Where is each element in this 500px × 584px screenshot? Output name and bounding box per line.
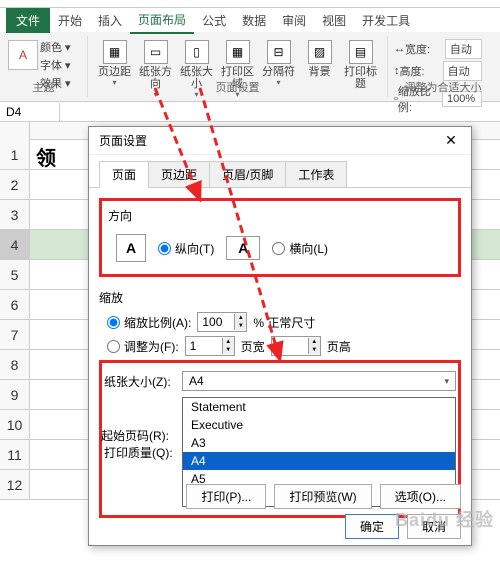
row-header[interactable]: 10: [0, 410, 30, 439]
paper-option[interactable]: A4: [183, 452, 455, 470]
row-header[interactable]: 4: [0, 230, 30, 259]
paper-option[interactable]: Statement: [183, 398, 455, 416]
zoom-fit-radio[interactable]: 调整为(F):: [107, 338, 179, 355]
dialog-title: 页面设置: [99, 132, 147, 149]
preview-button[interactable]: 打印预览(W): [274, 484, 371, 509]
row-header[interactable]: 7: [0, 320, 30, 349]
dlg-tab-sheet[interactable]: 工作表: [285, 161, 347, 188]
zoom-title: 缩放: [99, 289, 461, 306]
name-box[interactable]: D4: [0, 103, 60, 121]
ribbon-tab-dev[interactable]: 开发工具: [354, 8, 418, 33]
ok-button[interactable]: 确定: [345, 514, 399, 539]
page-setup-dialog: 页面设置 ✕ 页面 页边距 页眉/页脚 工作表 方向 A 纵向(T) A 横向(…: [88, 126, 472, 546]
paper-option[interactable]: A3: [183, 434, 455, 452]
row-header[interactable]: 2: [0, 170, 30, 199]
ribbon-tab-review[interactable]: 审阅: [274, 8, 314, 33]
theme-colors[interactable]: 颜色 ▾: [40, 38, 71, 56]
print-button[interactable]: 打印(P)...: [186, 484, 266, 509]
row-header[interactable]: 3: [0, 200, 30, 229]
ribbon-tab-data[interactable]: 数据: [234, 8, 274, 33]
portrait-radio[interactable]: 纵向(T): [158, 240, 214, 257]
tab-file[interactable]: 文件: [6, 8, 50, 33]
ribbon-tab-view[interactable]: 视图: [314, 8, 354, 33]
scale-width[interactable]: 自动: [445, 39, 482, 59]
landscape-icon: A: [226, 236, 260, 260]
paper-size-label: 纸张大小(Z):: [104, 373, 182, 390]
scale-height[interactable]: 自动: [443, 61, 482, 81]
paper-size-combo[interactable]: A4▾: [182, 371, 456, 391]
ribbon-tab-insert[interactable]: 插入: [90, 8, 130, 33]
watermark: Baidu 经验: [395, 506, 494, 532]
landscape-radio[interactable]: 横向(L): [272, 240, 328, 257]
orientation-title: 方向: [108, 207, 452, 224]
row-header[interactable]: 6: [0, 290, 30, 319]
first-page-label: 起始页码(R):: [101, 427, 179, 444]
row-header[interactable]: 5: [0, 260, 30, 289]
row-header[interactable]: 11: [0, 440, 30, 469]
theme-fonts[interactable]: 字体 ▾: [40, 56, 71, 74]
group-label-scale: 调整为合适大小: [388, 79, 498, 95]
ribbon-tabs: 文件 开始 插入 页面布局 公式 数据 审阅 视图 开发工具: [0, 8, 500, 32]
row-header[interactable]: 12: [0, 470, 30, 499]
close-icon[interactable]: ✕: [435, 129, 467, 153]
group-label-pagesetup: 页面设置: [88, 79, 387, 95]
paper-option[interactable]: Executive: [183, 416, 455, 434]
themes-button[interactable]: A: [8, 40, 38, 70]
dlg-tab-page[interactable]: 页面: [99, 161, 149, 188]
width-icon: ↔: [394, 43, 405, 55]
row-header[interactable]: 8: [0, 350, 30, 379]
dlg-tab-headerfooter[interactable]: 页眉/页脚: [209, 161, 286, 188]
print-quality-label: 打印质量(Q):: [104, 444, 182, 461]
zoom-scale-radio[interactable]: 缩放比例(A):: [107, 314, 191, 331]
orientation-highlight: 方向 A 纵向(T) A 横向(L): [99, 198, 461, 277]
dlg-tab-margins[interactable]: 页边距: [148, 161, 210, 188]
group-label-theme: 主题: [0, 79, 87, 95]
row-header[interactable]: 9: [0, 380, 30, 409]
fit-tall-input[interactable]: ▲▼: [271, 336, 321, 356]
zoom-scale-input[interactable]: ▲▼: [197, 312, 247, 332]
ribbon-tab-home[interactable]: 开始: [50, 8, 90, 33]
cell-a1[interactable]: 领: [30, 140, 62, 169]
chevron-down-icon: ▾: [444, 376, 449, 387]
ribbon-tab-pagelayout[interactable]: 页面布局: [130, 7, 194, 34]
ribbon-tab-formulas[interactable]: 公式: [194, 8, 234, 33]
portrait-icon: A: [116, 234, 146, 262]
fit-wide-input[interactable]: ▲▼: [185, 336, 235, 356]
row-header[interactable]: 1: [0, 140, 30, 169]
ribbon-content: A 颜色 ▾ 字体 ▾ 效果 ▾ 主题 ▦页边距▾ ▭纸张方向▾ ▯纸张大小▾ …: [0, 32, 500, 102]
